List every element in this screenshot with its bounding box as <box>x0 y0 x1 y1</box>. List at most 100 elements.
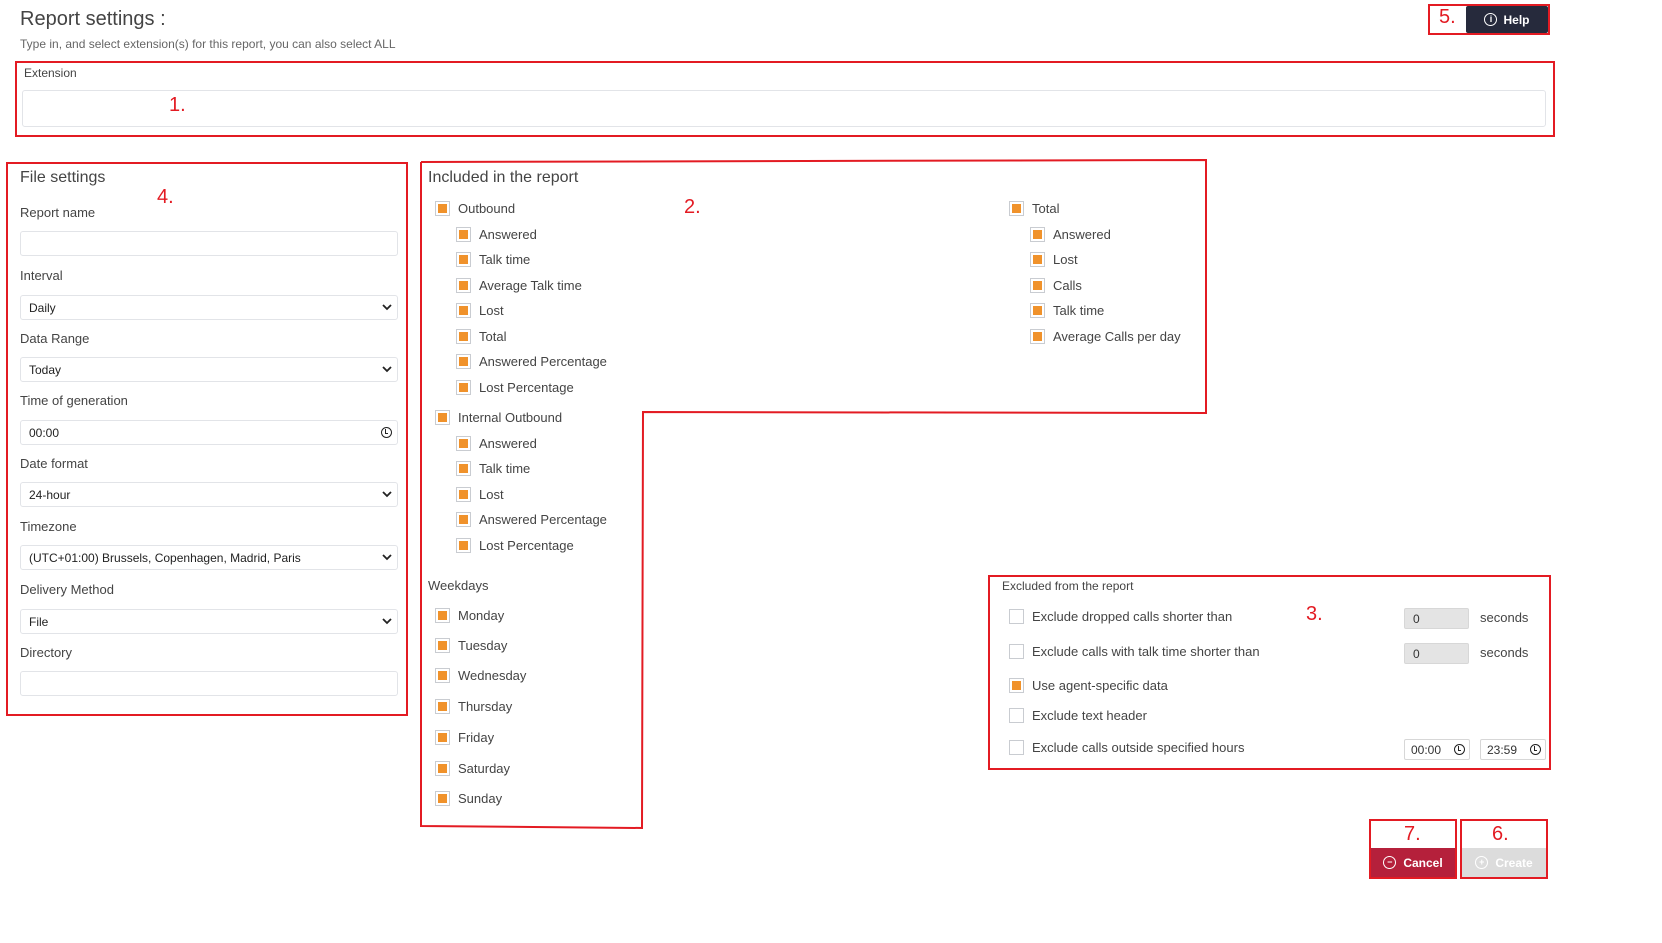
clock-icon[interactable] <box>1454 744 1465 755</box>
checkbox-label: Exclude calls outside specified hours <box>1032 740 1245 755</box>
excluded-title: Excluded from the report <box>1002 579 1134 593</box>
checkbox-checked-icon[interactable] <box>456 303 471 318</box>
total-checkbox[interactable]: Total <box>1009 201 1059 216</box>
weekday-sunday-checkbox[interactable]: Sunday <box>435 791 502 806</box>
create-button[interactable]: + Create <box>1462 848 1546 877</box>
minus-circle-icon: − <box>1383 856 1397 869</box>
seconds-unit-label: seconds <box>1480 645 1529 660</box>
checkbox-label: Total <box>479 329 507 344</box>
total-label: Total <box>1032 201 1060 216</box>
total-talk-time-checkbox[interactable]: Talk time <box>1030 303 1104 318</box>
hours-from-input[interactable]: 00:00 <box>1404 739 1470 760</box>
outbound-talk-time-checkbox[interactable]: Talk time <box>456 252 530 267</box>
annotation-outline-included <box>420 158 1207 830</box>
checkbox-label: Talk time <box>1053 303 1105 318</box>
plus-circle-icon: + <box>1475 856 1489 869</box>
checkbox-label: Wednesday <box>458 668 527 683</box>
checkbox-checked-icon[interactable] <box>435 608 450 623</box>
exclude-dropped-seconds-input[interactable]: 0 <box>1404 608 1469 629</box>
checkbox-checked-icon[interactable] <box>435 668 450 683</box>
checkbox-checked-icon[interactable] <box>1030 227 1045 242</box>
internal-talk-time-checkbox[interactable]: Talk time <box>456 461 530 476</box>
checkbox-checked-icon[interactable] <box>456 354 471 369</box>
included-title: Included in the report <box>428 169 579 186</box>
checkbox-checked-icon[interactable] <box>435 201 450 216</box>
checkbox-checked-icon[interactable] <box>456 329 471 344</box>
weekday-wednesday-checkbox[interactable]: Wednesday <box>435 668 526 683</box>
checkbox-checked-icon[interactable] <box>1030 278 1045 293</box>
checkbox-label: Use agent-specific data <box>1032 678 1168 693</box>
checkbox-label: Calls <box>1053 278 1082 293</box>
internal-answered-percentage-checkbox[interactable]: Answered Percentage <box>456 512 607 527</box>
checkbox-checked-icon[interactable] <box>456 436 471 451</box>
checkbox-label: Average Talk time <box>479 278 582 293</box>
checkbox-checked-icon[interactable] <box>435 761 450 776</box>
outbound-checkbox[interactable]: Outbound <box>435 201 515 216</box>
exclude-talk-time-checkbox[interactable]: Exclude calls with talk time shorter tha… <box>1009 644 1260 659</box>
weekday-tuesday-checkbox[interactable]: Tuesday <box>435 638 507 653</box>
checkbox-label: Answered Percentage <box>479 512 607 527</box>
checkbox-checked-icon[interactable] <box>435 410 450 425</box>
cancel-button[interactable]: − Cancel <box>1371 848 1455 877</box>
checkbox-checked-icon[interactable] <box>456 278 471 293</box>
weekdays-label: Weekdays <box>428 578 489 593</box>
checkbox-checked-icon[interactable] <box>456 380 471 395</box>
checkbox-label: Talk time <box>479 252 531 267</box>
internal-lost-percentage-checkbox[interactable]: Lost Percentage <box>456 538 574 553</box>
checkbox-label: Monday <box>458 608 505 623</box>
exclude-dropped-checkbox[interactable]: Exclude dropped calls shorter than <box>1009 609 1232 624</box>
checkbox-checked-icon[interactable] <box>435 638 450 653</box>
total-average-calls-per-day-checkbox[interactable]: Average Calls per day <box>1030 329 1181 344</box>
checkbox-label: Lost Percentage <box>479 380 574 395</box>
checkbox-checked-icon[interactable] <box>456 512 471 527</box>
weekday-thursday-checkbox[interactable]: Thursday <box>435 699 512 714</box>
checkbox-checked-icon[interactable] <box>456 252 471 267</box>
checkbox-label: Exclude dropped calls shorter than <box>1032 609 1233 624</box>
checkbox-label: Tuesday <box>458 638 508 653</box>
checkbox-label: Lost <box>1053 252 1078 267</box>
checkbox-unchecked-icon[interactable] <box>1009 708 1024 723</box>
outbound-answered-percentage-checkbox[interactable]: Answered Percentage <box>456 354 607 369</box>
checkbox-checked-icon[interactable] <box>1030 329 1045 344</box>
internal-outbound-label: Internal Outbound <box>458 410 563 425</box>
checkbox-checked-icon[interactable] <box>1030 303 1045 318</box>
outbound-lost-percentage-checkbox[interactable]: Lost Percentage <box>456 380 574 395</box>
checkbox-checked-icon[interactable] <box>435 730 450 745</box>
weekday-saturday-checkbox[interactable]: Saturday <box>435 761 510 776</box>
checkbox-label: Lost <box>479 487 504 502</box>
checkbox-checked-icon[interactable] <box>456 461 471 476</box>
outbound-total-checkbox[interactable]: Total <box>456 329 506 344</box>
checkbox-checked-icon[interactable] <box>435 791 450 806</box>
checkbox-unchecked-icon[interactable] <box>1009 644 1024 659</box>
exclude-text-header-checkbox[interactable]: Exclude text header <box>1009 708 1147 723</box>
internal-lost-checkbox[interactable]: Lost <box>456 487 504 502</box>
outbound-lost-checkbox[interactable]: Lost <box>456 303 504 318</box>
outbound-answered-checkbox[interactable]: Answered <box>456 227 537 242</box>
internal-outbound-checkbox[interactable]: Internal Outbound <box>435 410 562 425</box>
hours-to-input[interactable]: 23:59 <box>1480 739 1546 760</box>
checkbox-checked-icon[interactable] <box>435 699 450 714</box>
checkbox-unchecked-icon[interactable] <box>1009 740 1024 755</box>
checkbox-checked-icon[interactable] <box>1009 201 1024 216</box>
use-agent-specific-checkbox[interactable]: Use agent-specific data <box>1009 678 1168 693</box>
checkbox-checked-icon[interactable] <box>456 538 471 553</box>
clock-icon[interactable] <box>1530 744 1541 755</box>
annotation-number-7: 7. <box>1404 823 1421 845</box>
checkbox-checked-icon[interactable] <box>1030 252 1045 267</box>
outbound-average-talk-time-checkbox[interactable]: Average Talk time <box>456 278 582 293</box>
weekday-friday-checkbox[interactable]: Friday <box>435 730 494 745</box>
checkbox-label: Answered <box>479 227 537 242</box>
total-answered-checkbox[interactable]: Answered <box>1030 227 1111 242</box>
exclude-talk-time-seconds-input[interactable]: 0 <box>1404 643 1469 664</box>
total-lost-checkbox[interactable]: Lost <box>1030 252 1078 267</box>
internal-answered-checkbox[interactable]: Answered <box>456 436 537 451</box>
checkbox-label: Exclude calls with talk time shorter tha… <box>1032 644 1260 659</box>
total-calls-checkbox[interactable]: Calls <box>1030 278 1082 293</box>
checkbox-label: Answered Percentage <box>479 354 607 369</box>
checkbox-checked-icon[interactable] <box>456 487 471 502</box>
weekday-monday-checkbox[interactable]: Monday <box>435 608 504 623</box>
checkbox-unchecked-icon[interactable] <box>1009 609 1024 624</box>
checkbox-checked-icon[interactable] <box>1009 678 1024 693</box>
exclude-outside-hours-checkbox[interactable]: Exclude calls outside specified hours <box>1009 740 1244 755</box>
checkbox-checked-icon[interactable] <box>456 227 471 242</box>
